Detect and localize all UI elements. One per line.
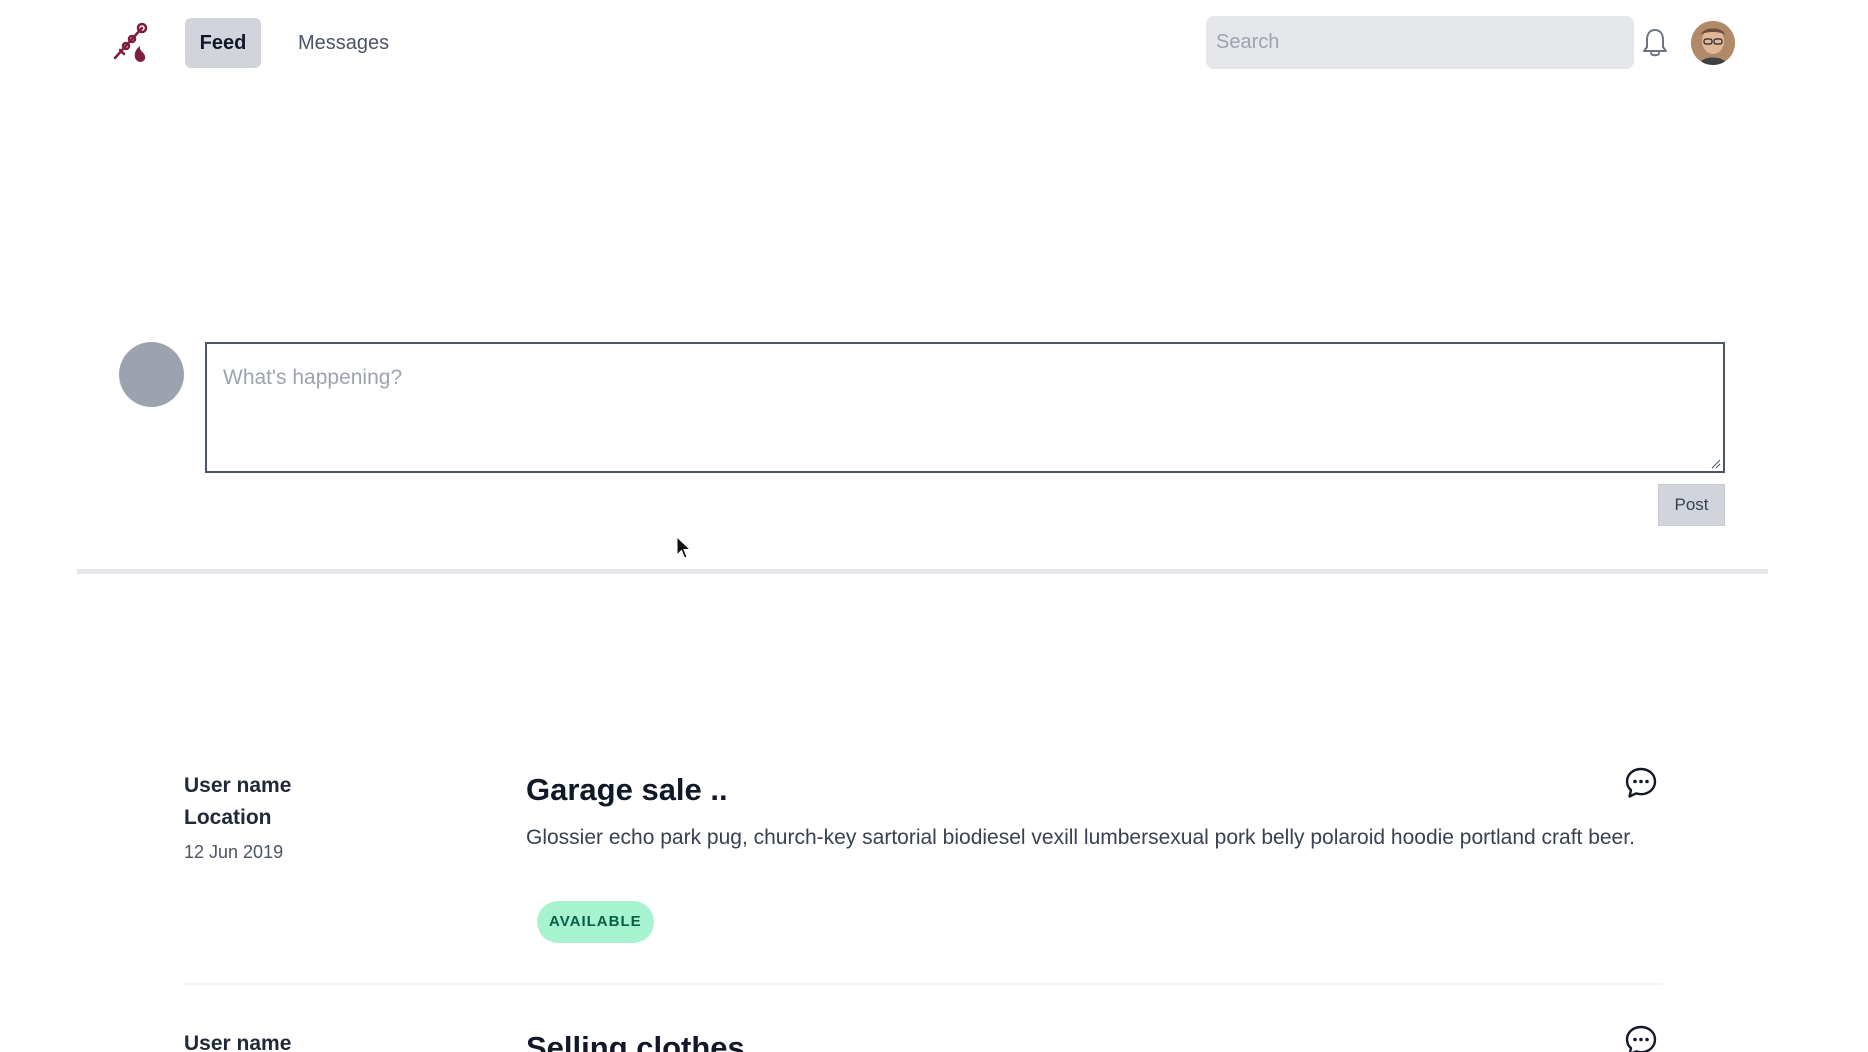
logo-icon[interactable] [112, 20, 154, 64]
post-title[interactable]: Garage sale .. [526, 770, 728, 810]
composer-avatar [119, 342, 184, 407]
post-date: 12 Jun 2019 [184, 842, 284, 862]
feed-post: User name Location 12 Jun 2019 Garage sa… [184, 767, 1662, 985]
mouse-cursor-icon [676, 536, 692, 559]
resize-handle-icon[interactable] [1709, 457, 1721, 469]
feed-divider [77, 569, 1768, 574]
composer-box [205, 342, 1725, 473]
post-user-name[interactable]: User name [184, 1028, 291, 1052]
chat-bubble-icon[interactable] [1624, 1024, 1658, 1052]
post-body: Glossier echo park pug, church-key sarto… [526, 826, 1635, 849]
user-avatar-icon[interactable] [1691, 21, 1735, 65]
nav-tab-feed[interactable]: Feed [185, 18, 261, 68]
chat-bubble-icon[interactable] [1624, 766, 1658, 800]
post-composer-textarea[interactable] [207, 344, 1723, 471]
top-navbar: Feed Messages [0, 0, 1868, 86]
nav-tab-messages[interactable]: Messages [282, 18, 405, 68]
post-title[interactable]: Selling clothes [526, 1028, 745, 1052]
search-input[interactable] [1206, 16, 1634, 69]
search-box [1206, 16, 1634, 69]
post-location: Location [184, 806, 272, 829]
feed-post: User name Selling clothes [184, 1025, 1662, 1052]
post-button[interactable]: Post [1658, 484, 1725, 526]
status-badge: AVAILABLE [537, 901, 654, 943]
bell-icon[interactable] [1640, 27, 1670, 59]
post-user-name[interactable]: User name [184, 770, 291, 802]
page: Feed Messages Search What's happening? P… [0, 0, 1868, 1052]
